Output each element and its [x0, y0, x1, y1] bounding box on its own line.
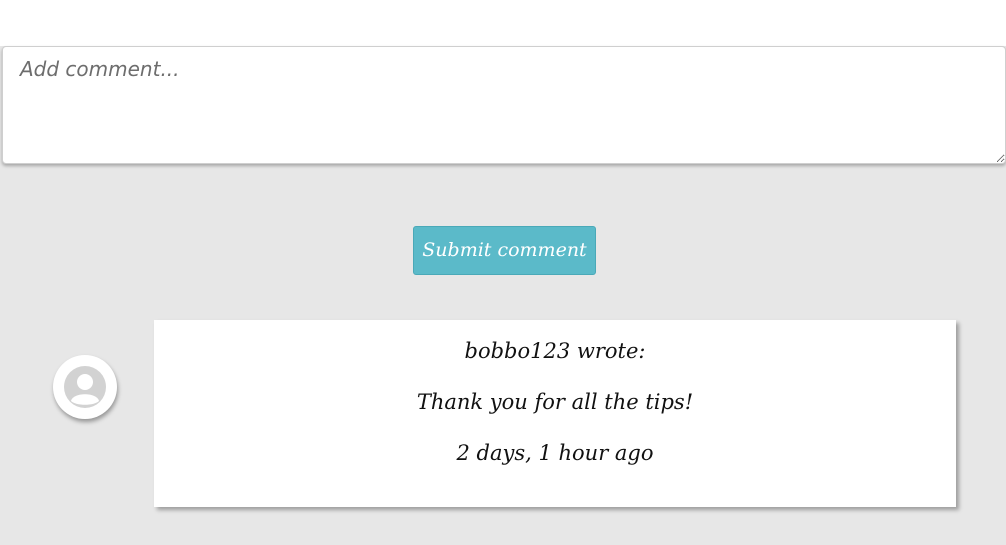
comment-text: Thank you for all the tips!: [416, 390, 694, 414]
top-panel: [0, 0, 1006, 46]
avatar: [53, 355, 117, 419]
submit-comment-button[interactable]: Submit comment: [413, 226, 596, 275]
comment-textarea[interactable]: [2, 46, 1006, 164]
comment-card: bobbo123 wrote: Thank you for all the ti…: [154, 320, 956, 507]
comment-author: bobbo123 wrote:: [464, 339, 646, 363]
user-placeholder-icon: [64, 366, 106, 408]
comment-timestamp: 2 days, 1 hour ago: [456, 441, 654, 465]
